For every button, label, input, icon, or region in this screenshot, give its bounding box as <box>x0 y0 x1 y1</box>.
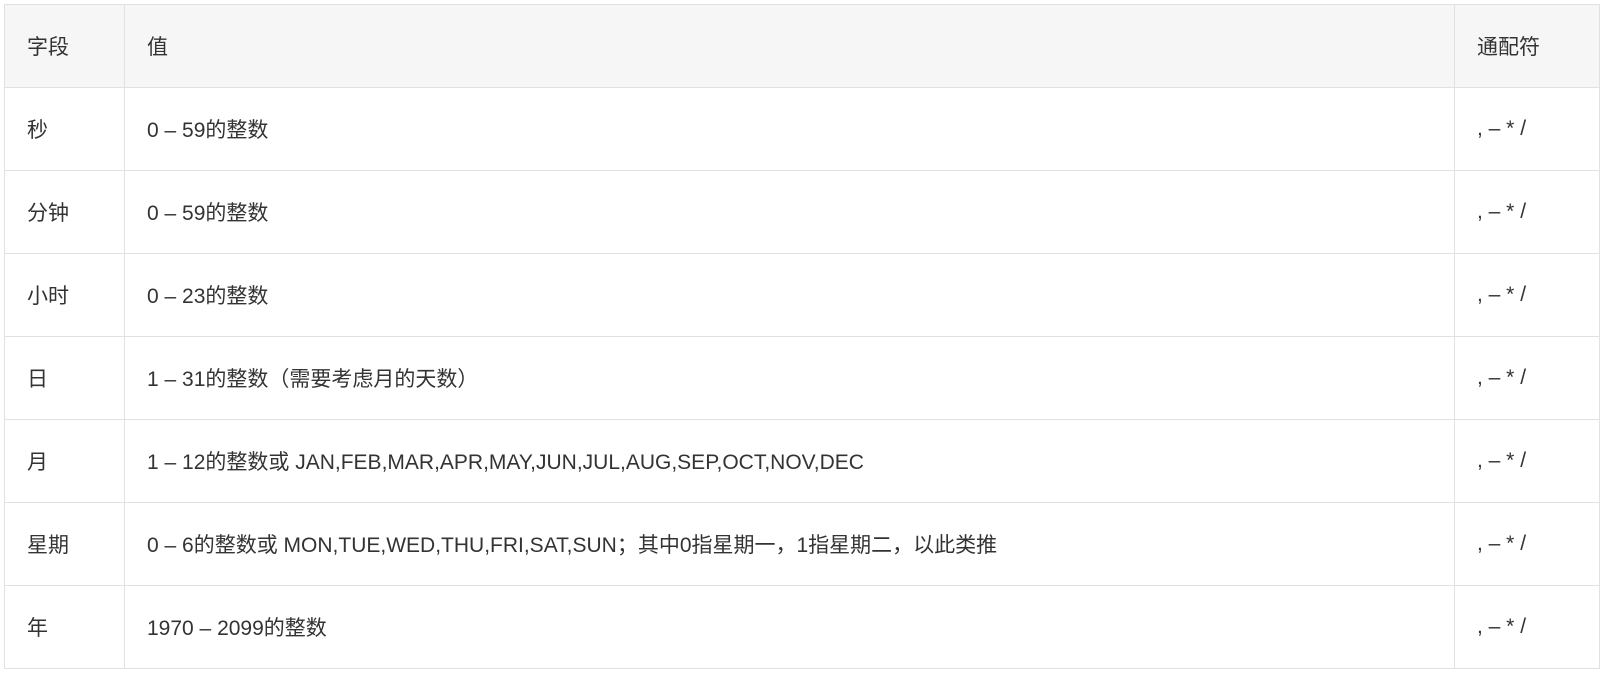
cell-value: 0 – 23的整数 <box>125 254 1455 337</box>
cell-value: 1 – 31的整数（需要考虑月的天数） <box>125 337 1455 420</box>
cell-field: 小时 <box>5 254 125 337</box>
table-header-row: 字段 值 通配符 <box>5 5 1600 88</box>
table-row: 星期 0 – 6的整数或 MON,TUE,WED,THU,FRI,SAT,SUN… <box>5 503 1600 586</box>
table-row: 分钟 0 – 59的整数 , – * / <box>5 171 1600 254</box>
cell-field: 分钟 <box>5 171 125 254</box>
cell-field: 年 <box>5 586 125 669</box>
table-row: 小时 0 – 23的整数 , – * / <box>5 254 1600 337</box>
table-row: 秒 0 – 59的整数 , – * / <box>5 88 1600 171</box>
table-row: 年 1970 – 2099的整数 , – * / <box>5 586 1600 669</box>
header-wildcard: 通配符 <box>1455 5 1600 88</box>
table-row: 日 1 – 31的整数（需要考虑月的天数） , – * / <box>5 337 1600 420</box>
cell-wildcard: , – * / <box>1455 503 1600 586</box>
cell-field: 秒 <box>5 88 125 171</box>
table-row: 月 1 – 12的整数或 JAN,FEB,MAR,APR,MAY,JUN,JUL… <box>5 420 1600 503</box>
cell-value: 1 – 12的整数或 JAN,FEB,MAR,APR,MAY,JUN,JUL,A… <box>125 420 1455 503</box>
cell-value: 1970 – 2099的整数 <box>125 586 1455 669</box>
cell-wildcard: , – * / <box>1455 586 1600 669</box>
cell-value: 0 – 59的整数 <box>125 171 1455 254</box>
cell-wildcard: , – * / <box>1455 254 1600 337</box>
cell-wildcard: , – * / <box>1455 88 1600 171</box>
cell-value: 0 – 6的整数或 MON,TUE,WED,THU,FRI,SAT,SUN；其中… <box>125 503 1455 586</box>
header-field: 字段 <box>5 5 125 88</box>
cell-field: 月 <box>5 420 125 503</box>
cron-fields-table: 字段 值 通配符 秒 0 – 59的整数 , – * / 分钟 0 – 59的整… <box>4 4 1600 669</box>
cell-wildcard: , – * / <box>1455 171 1600 254</box>
cell-value: 0 – 59的整数 <box>125 88 1455 171</box>
cell-wildcard: , – * / <box>1455 420 1600 503</box>
header-value: 值 <box>125 5 1455 88</box>
cell-wildcard: , – * / <box>1455 337 1600 420</box>
cell-field: 星期 <box>5 503 125 586</box>
cell-field: 日 <box>5 337 125 420</box>
